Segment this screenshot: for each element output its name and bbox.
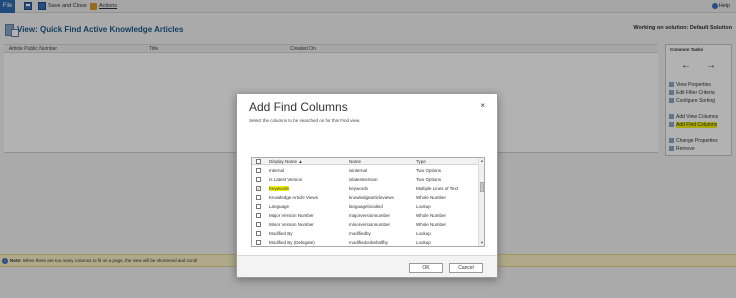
column-header-type[interactable]: Type — [416, 159, 426, 164]
scroll-thumb[interactable] — [480, 182, 484, 192]
list-item[interactable]: Knowledge Article Views knowledgearticle… — [252, 193, 478, 202]
ok-button[interactable]: OK — [409, 263, 443, 273]
row-checkbox[interactable] — [256, 231, 261, 236]
scroll-up-icon[interactable]: ▲ — [479, 158, 484, 164]
column-header-name[interactable]: Name — [349, 159, 361, 164]
row-checkbox[interactable] — [256, 222, 261, 227]
list-scrollbar[interactable]: ▲ ▼ — [478, 158, 484, 246]
column-header-display-name[interactable]: Display Name ▲ — [269, 159, 303, 164]
row-checkbox[interactable] — [256, 168, 261, 173]
list-item[interactable]: Modified By modifiedby Lookup — [252, 229, 478, 238]
dialog-title: Add Find Columns — [249, 100, 348, 114]
row-checkbox[interactable] — [256, 177, 261, 182]
row-checkbox[interactable] — [256, 213, 261, 218]
dialog-instruction: Select the columns to be searched on for… — [249, 118, 361, 123]
list-item[interactable]: Modified By (Delegate) modifiedonbehalfb… — [252, 238, 478, 246]
dialog-footer: OK Cancel — [237, 255, 497, 277]
list-item[interactable]: Language languagelocaleid Lookup — [252, 202, 478, 211]
select-all-checkbox[interactable] — [256, 159, 261, 164]
list-item[interactable]: Major Version Number majorversionnumber … — [252, 211, 478, 220]
list-item[interactable]: ✓ Keywords keywords Multiple Lines of Te… — [252, 184, 478, 193]
find-columns-list: Display Name ▲ Name Type Internal isinte… — [251, 157, 485, 247]
scroll-down-icon[interactable]: ▼ — [479, 240, 484, 246]
close-icon[interactable]: × — [480, 102, 485, 110]
list-header: Display Name ▲ Name Type — [252, 158, 484, 165]
list-item[interactable]: Minor Version Number minorversionnumber … — [252, 220, 478, 229]
add-find-columns-dialog: Add Find Columns × Select the columns to… — [236, 93, 498, 278]
cancel-button[interactable]: Cancel — [449, 263, 483, 273]
row-checkbox[interactable] — [256, 204, 261, 209]
list-item[interactable]: Is Latest Version islatestversion Two Op… — [252, 175, 478, 184]
row-checkbox[interactable] — [256, 195, 261, 200]
row-checkbox-checked[interactable]: ✓ — [256, 186, 261, 191]
list-item[interactable]: Internal isinternal Two Options — [252, 166, 478, 175]
row-checkbox[interactable] — [256, 240, 261, 245]
